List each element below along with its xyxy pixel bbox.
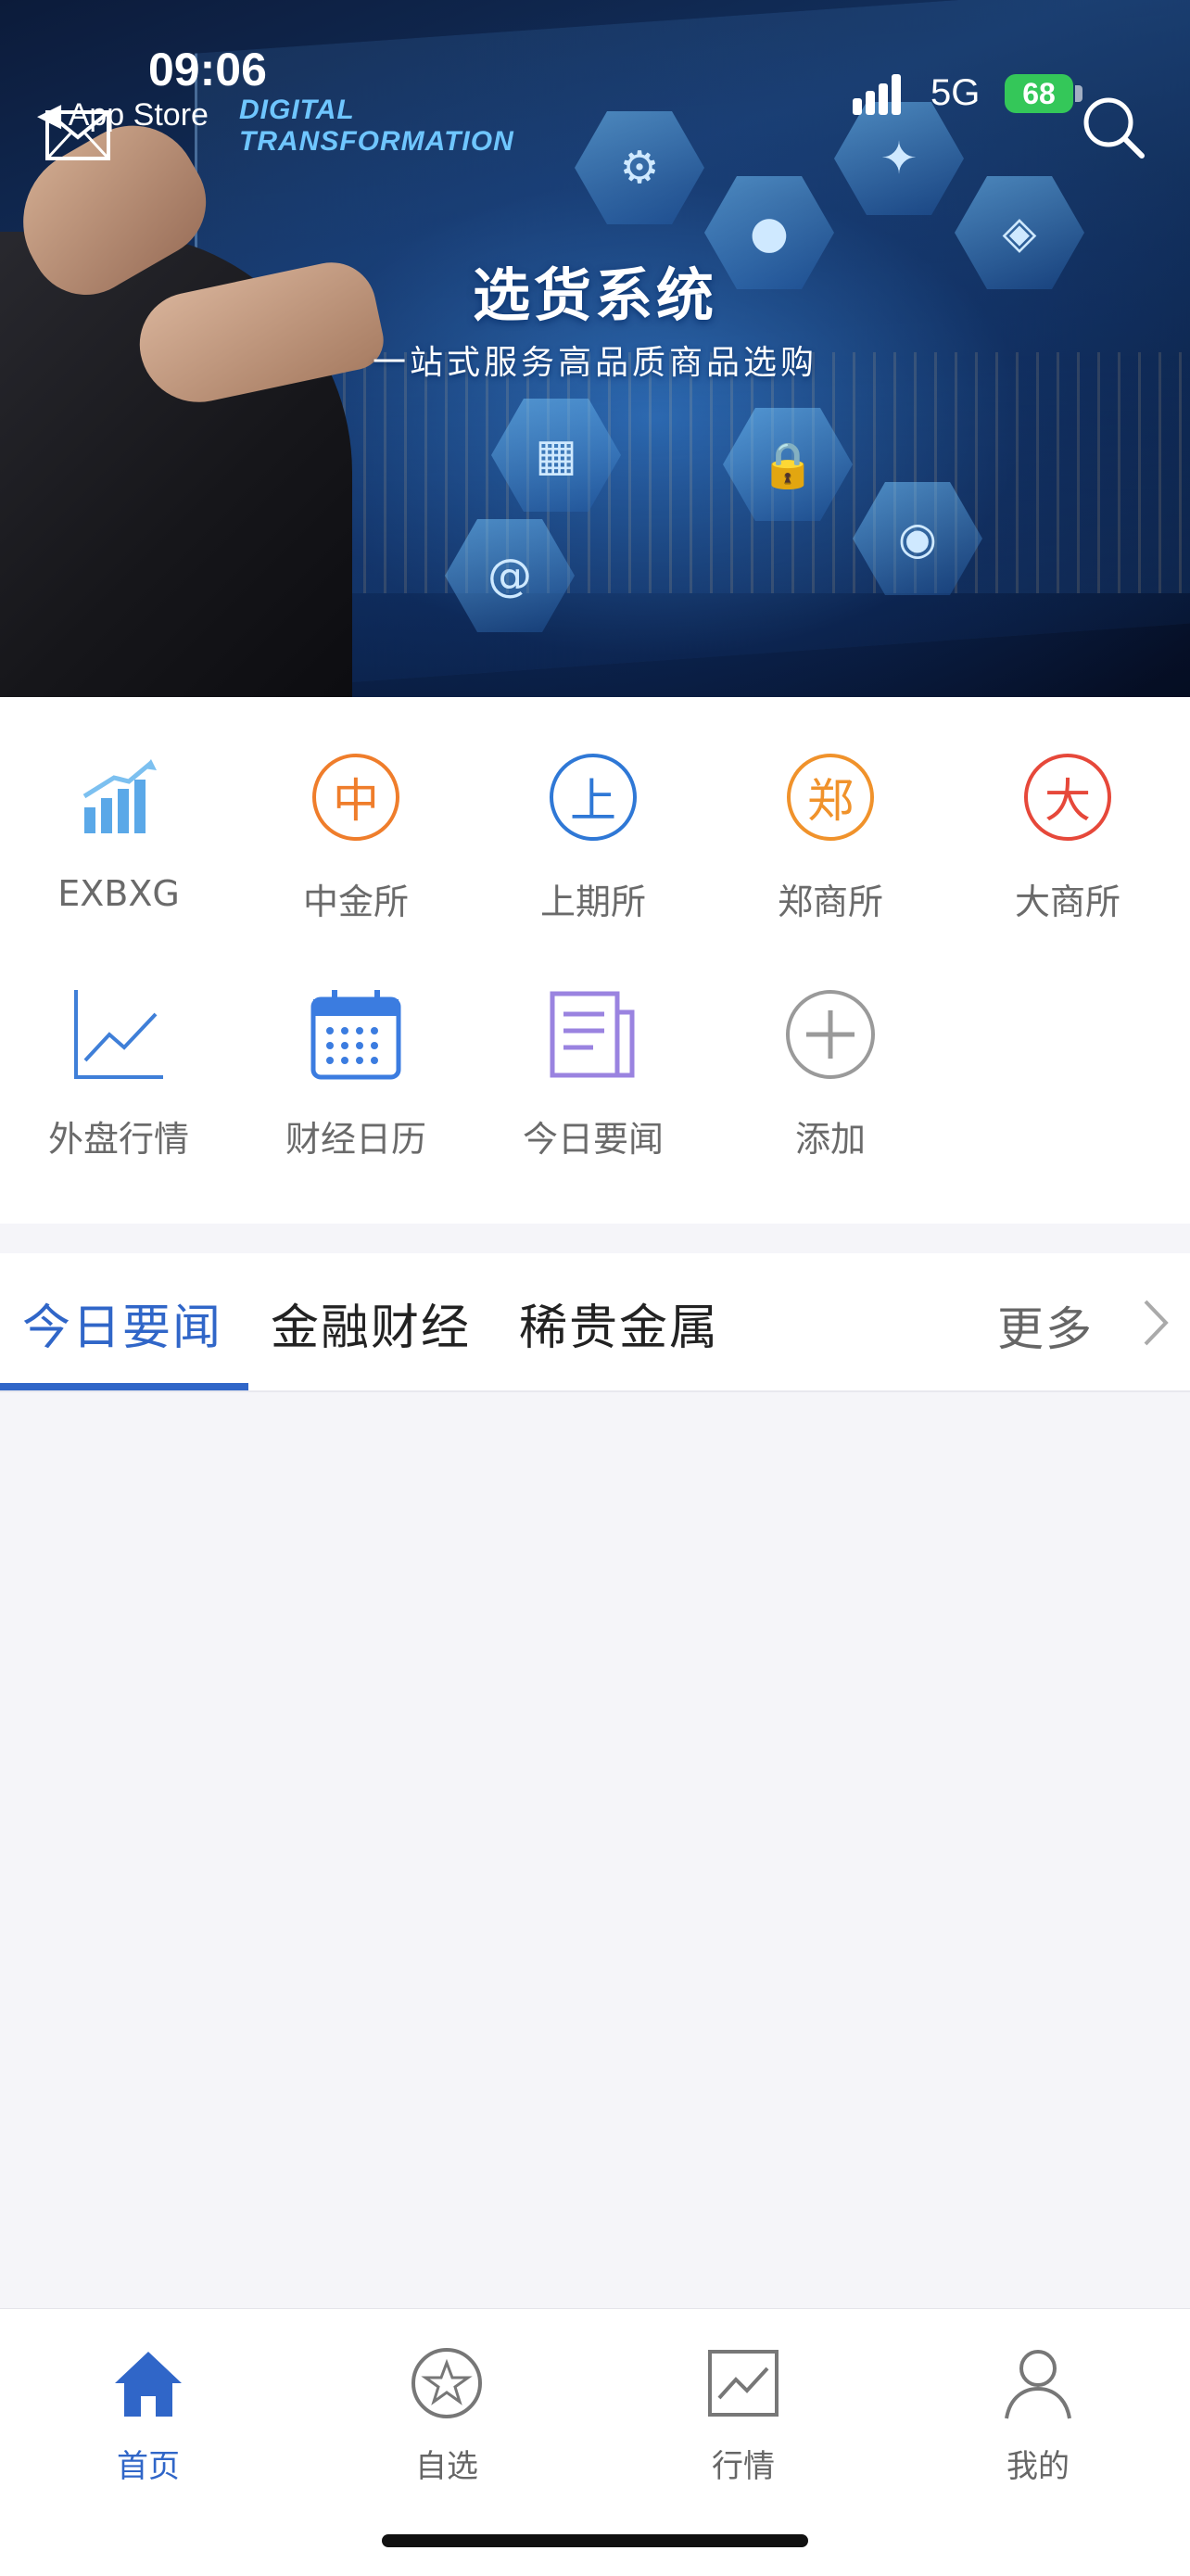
da-badge-icon: 大 — [1021, 751, 1114, 844]
quick-label: 郑商所 — [777, 882, 883, 922]
line-chart-icon — [72, 988, 165, 1081]
news-icon — [547, 988, 639, 1081]
news-list-area — [0, 1392, 1190, 2310]
quick-czce[interactable]: 郑 郑商所 — [712, 697, 949, 922]
badge-glyph: 大 — [1024, 754, 1111, 841]
banner-tag-line1: DIGITAL — [239, 95, 355, 125]
search-button[interactable] — [1081, 95, 1147, 161]
banner-subtitle: 一站式服务高品质商品选购 — [372, 344, 817, 382]
active-tab-indicator — [0, 1383, 248, 1390]
mail-icon — [45, 110, 110, 160]
nav-watchlist[interactable]: 自选 — [354, 2346, 539, 2485]
quick-label: 外盘行情 — [47, 1119, 189, 1160]
quick-label: 今日要闻 — [522, 1119, 664, 1160]
nav-home[interactable]: 首页 — [56, 2346, 241, 2485]
quick-shfe[interactable]: 上 上期所 — [475, 697, 712, 922]
quick-label: 财经日历 — [285, 1119, 426, 1160]
banner-city-lights — [241, 352, 1190, 593]
banner-title: 选货系统 — [472, 261, 717, 329]
home-icon — [115, 2352, 182, 2417]
tab-precious-metals[interactable]: 稀贵金属 — [519, 1288, 719, 1358]
battery-indicator: 68 — [1005, 74, 1073, 113]
quick-label: 上期所 — [539, 882, 646, 922]
nav-label: 我的 — [1006, 2448, 1070, 2485]
nav-label: 行情 — [712, 2448, 775, 2485]
network-type: 5G — [930, 72, 981, 113]
quick-cffex[interactable]: 中 中金所 — [237, 697, 475, 922]
quick-foreign-market[interactable]: 外盘行情 — [0, 934, 237, 1160]
quick-exbxg[interactable]: EXBXG — [0, 697, 237, 914]
nav-market[interactable]: 行情 — [651, 2346, 836, 2485]
nav-profile[interactable]: 我的 — [945, 2346, 1131, 2485]
badge-glyph: 郑 — [787, 754, 874, 841]
user-icon — [1005, 2350, 1071, 2419]
message-button[interactable] — [44, 109, 111, 161]
banner-tag-line2: TRANSFORMATION — [239, 126, 514, 157]
bar-chart-icon — [72, 751, 165, 844]
zhong-badge-icon: 中 — [310, 751, 402, 844]
quick-label: EXBXG — [57, 873, 180, 914]
calendar-icon — [310, 988, 402, 1081]
hero-banner[interactable]: ⚙ ● ✦ ◈ ▦ 🔒 ◉ @ DIGITAL TRANSFORMATION 选… — [0, 0, 1190, 697]
banner-tagline: DIGITAL TRANSFORMATION — [239, 95, 514, 158]
more-tabs-button[interactable]: 更多 — [997, 1292, 1094, 1359]
shang-badge-icon: 上 — [547, 751, 639, 844]
cellular-signal-icon — [853, 74, 914, 115]
tab-today-news[interactable]: 今日要闻 — [22, 1288, 222, 1358]
nav-label: 首页 — [117, 2448, 180, 2485]
quick-today-news[interactable]: 今日要闻 — [475, 934, 712, 1160]
add-icon — [784, 988, 877, 1081]
chart-box-icon — [708, 2350, 779, 2417]
star-circle-icon — [411, 2348, 482, 2418]
quick-label: 大商所 — [1014, 882, 1120, 922]
status-time: 09:06 — [148, 44, 267, 95]
tab-finance[interactable]: 金融财经 — [271, 1288, 471, 1358]
nav-label: 自选 — [415, 2448, 478, 2485]
chevron-right-icon[interactable] — [1142, 1298, 1170, 1348]
badge-glyph: 中 — [312, 754, 399, 841]
zheng-badge-icon: 郑 — [784, 751, 877, 844]
badge-glyph: 上 — [550, 754, 637, 841]
quick-finance-calendar[interactable]: 财经日历 — [237, 934, 475, 1160]
quick-label: 添加 — [794, 1119, 866, 1160]
home-indicator — [382, 2534, 808, 2547]
news-tab-bar: 今日要闻 金融财经 稀贵金属 更多 — [0, 1253, 1190, 1392]
quick-access-grid: EXBXG 中 中金所 上 上期所 郑 郑商所 大 大商所 外盘行情 财经日历 … — [0, 697, 1190, 1224]
quick-dce[interactable]: 大 大商所 — [949, 697, 1186, 922]
quick-label: 中金所 — [302, 882, 409, 922]
search-icon — [1083, 97, 1145, 159]
quick-add[interactable]: 添加 — [712, 934, 949, 1160]
